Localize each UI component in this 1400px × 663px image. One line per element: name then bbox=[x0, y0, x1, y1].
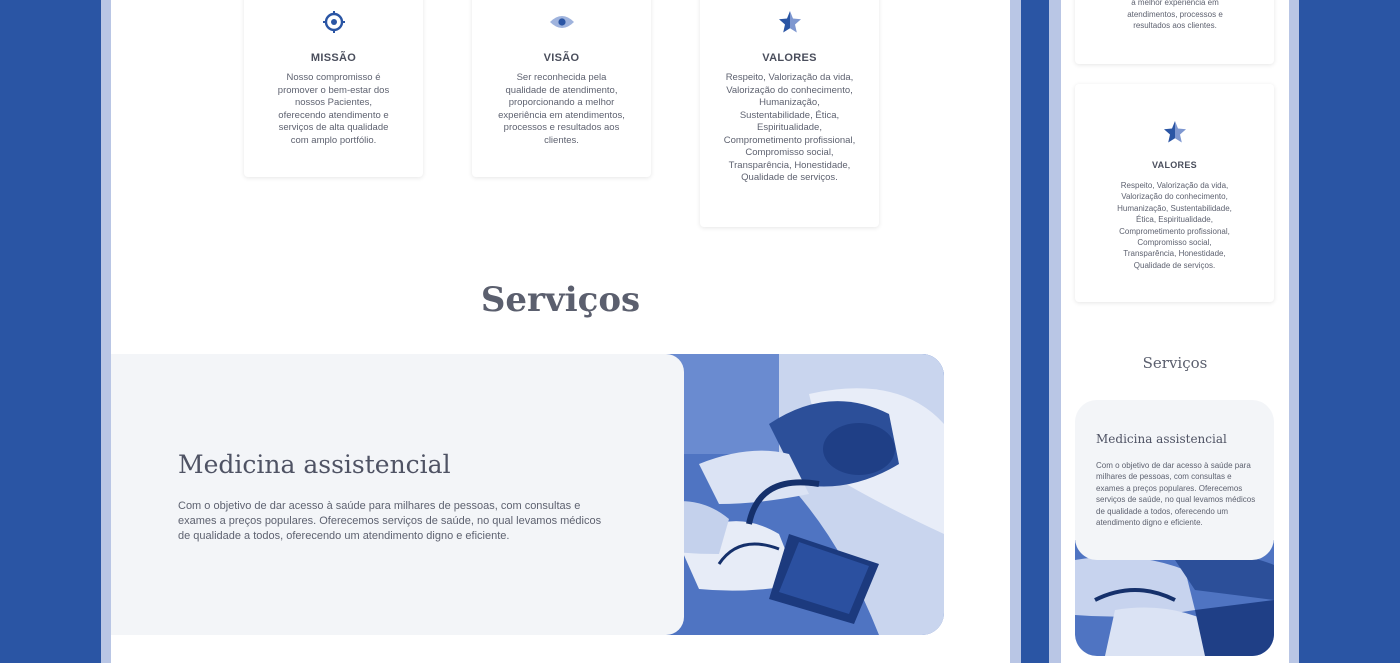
services-heading: Serviços bbox=[480, 280, 641, 320]
service-photo bbox=[659, 354, 944, 635]
service-panel: Medicina assistencial Com o objetivo de … bbox=[111, 354, 684, 635]
values-title-mobile: VALORES bbox=[1152, 160, 1197, 170]
vision-card-partial: a melhor experiência em atendimentos, pr… bbox=[1075, 0, 1274, 64]
mission-card: MISSÃO Nosso compromisso é promover o be… bbox=[244, 0, 423, 177]
blood-pressure-photo bbox=[659, 354, 944, 635]
vision-title: VISÃO bbox=[543, 52, 580, 64]
values-card-mobile: VALORES Respeito, Valorização da vida, V… bbox=[1075, 84, 1274, 302]
service-title: Medicina assistencial bbox=[178, 450, 451, 479]
services-heading-mobile: Serviços bbox=[1142, 354, 1208, 372]
values-title: VALORES bbox=[762, 52, 817, 64]
values-text-mobile: Respeito, Valorização da vida, Valorizaç… bbox=[1117, 181, 1232, 270]
mobile-page: a melhor experiência em atendimentos, pr… bbox=[1061, 0, 1289, 663]
star-icon bbox=[778, 10, 802, 39]
service-panel-mobile: Medicina assistencial Com o objetivo de … bbox=[1075, 400, 1274, 560]
star-icon bbox=[1163, 120, 1187, 149]
desktop-page: MISSÃO Nosso compromisso é promover o be… bbox=[111, 0, 1010, 663]
mission-title: MISSÃO bbox=[310, 52, 357, 64]
service-text-mobile: Com o objetivo de dar acesso à saúde par… bbox=[1096, 461, 1256, 528]
vision-text: Ser reconhecida pela qualidade de atendi… bbox=[498, 72, 625, 146]
values-text: Respeito, Valorização da vida, Valorizaç… bbox=[723, 72, 856, 183]
service-title-mobile: Medicina assistencial bbox=[1096, 432, 1227, 446]
values-card: VALORES Respeito, Valorização da vida, V… bbox=[700, 0, 879, 227]
eye-icon bbox=[549, 13, 575, 36]
vision-card: VISÃO Ser reconhecida pela qualidade de … bbox=[472, 0, 651, 177]
target-icon bbox=[322, 10, 346, 39]
vision-text-partial: a melhor experiência em atendimentos, pr… bbox=[1127, 0, 1223, 30]
service-text: Com o objetivo de dar acesso à saúde par… bbox=[178, 500, 602, 542]
mission-text: Nosso compromisso é promover o bem-estar… bbox=[277, 72, 390, 146]
